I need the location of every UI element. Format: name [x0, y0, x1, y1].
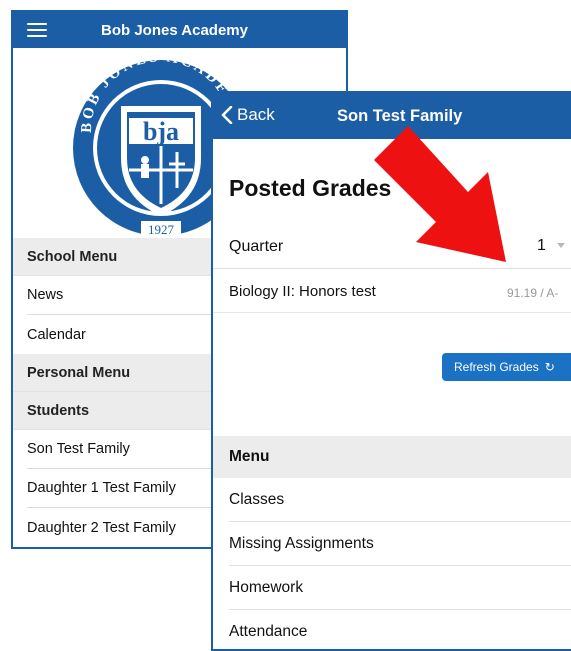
hamburger-icon[interactable] [27, 23, 47, 37]
menu-item-homework[interactable]: Homework [229, 566, 571, 610]
page-title: Posted Grades [229, 175, 392, 201]
left-header-title: Bob Jones Academy [101, 21, 248, 39]
menu-item-classes[interactable]: Classes [229, 478, 571, 522]
logo-year: 1927 [148, 222, 175, 237]
menu-item-attendance[interactable]: Attendance [229, 610, 571, 649]
quarter-value: 1 [537, 237, 546, 254]
quarter-label: Quarter [229, 238, 284, 255]
back-button[interactable]: Back [221, 105, 275, 125]
refresh-grades-button[interactable]: Refresh Grades ↻ [442, 353, 571, 381]
chevron-left-icon [221, 106, 233, 124]
grade-row[interactable]: Biology II: Honors test 91.19 / A- [213, 269, 571, 313]
refresh-grades-label: Refresh Grades [454, 360, 539, 374]
refresh-icon: ↻ [544, 360, 555, 374]
grade-score: 91.19 / A- [507, 286, 559, 300]
back-label: Back [237, 105, 275, 124]
logo-monogram: bja [143, 117, 179, 146]
menu-item-missing-assignments[interactable]: Missing Assignments [229, 522, 571, 566]
left-header: Bob Jones Academy [13, 12, 346, 48]
grade-course: Biology II: Honors test [229, 283, 376, 300]
caret-down-icon [557, 243, 565, 248]
menu-header: Menu [213, 436, 571, 478]
red-arrow-annotation [374, 126, 506, 262]
